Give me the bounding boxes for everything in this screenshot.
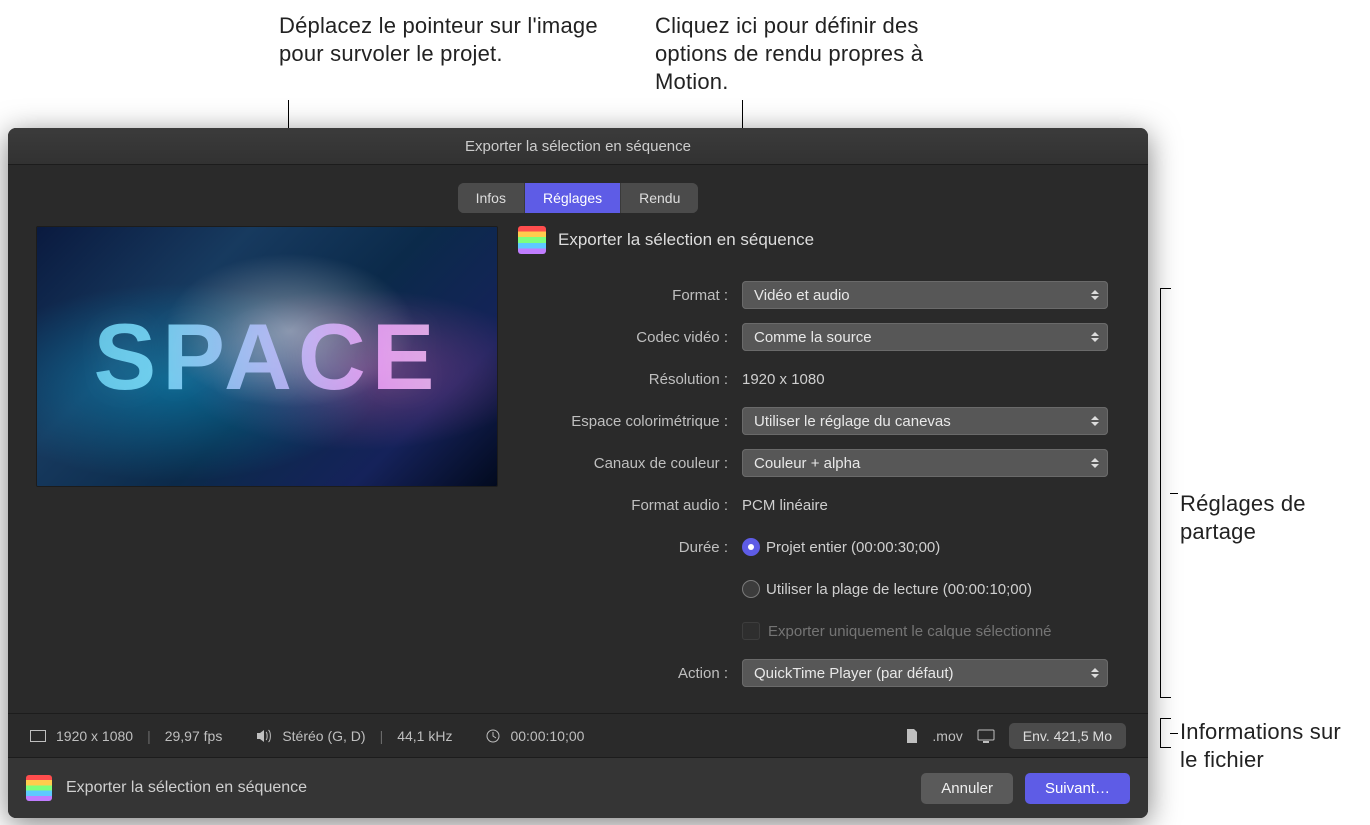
- footer-title: Exporter la sélection en séquence: [66, 779, 307, 797]
- status-fps: 29,97 fps: [165, 728, 223, 744]
- status-duration: 00:00:10;00: [510, 728, 584, 744]
- callout-render-tab: Cliquez ici pour définir des options de …: [655, 12, 975, 96]
- window-titlebar: Exporter la sélection en séquence: [8, 128, 1148, 165]
- select-codec-value: Comme la source: [754, 329, 872, 346]
- value-resolution: 1920 x 1080: [742, 371, 825, 388]
- chevron-updown-icon: [1088, 663, 1102, 683]
- callout-line: [1170, 733, 1178, 734]
- callout-file-info: Informations sur le fichier: [1180, 718, 1360, 774]
- checkbox-icon: [742, 622, 760, 640]
- label-codec: Codec vidéo :: [518, 329, 728, 346]
- preview-image: SPACE: [37, 227, 497, 486]
- chevron-updown-icon: [1088, 285, 1102, 305]
- preview-text: SPACE: [37, 303, 497, 411]
- chevron-updown-icon: [1088, 411, 1102, 431]
- select-action[interactable]: QuickTime Player (par défaut): [742, 659, 1108, 687]
- label-colorspace: Espace colorimétrique :: [518, 413, 728, 430]
- radio-duration-playrange-label: Utiliser la plage de lecture (00:00:10;0…: [766, 581, 1032, 598]
- select-colorchannels[interactable]: Couleur + alpha: [742, 449, 1108, 477]
- status-dimensions: 1920 x 1080: [56, 728, 133, 744]
- export-window: Exporter la sélection en séquence Infos …: [8, 128, 1148, 818]
- chevron-updown-icon: [1088, 327, 1102, 347]
- checkbox-export-layer: Exporter uniquement le calque sélectionn…: [742, 622, 1052, 640]
- label-colorchannels: Canaux de couleur :: [518, 455, 728, 472]
- bracket-file-info: [1160, 718, 1161, 748]
- window-title: Exporter la sélection en séquence: [465, 138, 691, 155]
- tab-infos[interactable]: Infos: [458, 183, 524, 213]
- bracket-share-settings: [1160, 288, 1161, 698]
- clock-icon: [486, 729, 500, 743]
- motion-icon: [518, 226, 546, 254]
- preview-thumbnail[interactable]: SPACE: [36, 226, 498, 487]
- label-duration: Durée :: [518, 539, 728, 556]
- label-format: Format :: [518, 287, 728, 304]
- radio-duration-playrange[interactable]: Utiliser la plage de lecture (00:00:10;0…: [742, 580, 1032, 598]
- file-icon: [906, 729, 918, 744]
- status-size-estimate: Env. 421,5 Mo: [1009, 723, 1126, 749]
- status-extension: .mov: [932, 728, 962, 744]
- status-bar: 1920 x 1080 | 29,97 fps Stéréo (G, D) | …: [8, 713, 1148, 758]
- label-resolution: Résolution :: [518, 371, 728, 388]
- radio-duration-project-label: Projet entier (00:00:30;00): [766, 539, 940, 556]
- motion-icon: [26, 775, 52, 801]
- select-format-value: Vidéo et audio: [754, 287, 850, 304]
- label-action: Action :: [518, 665, 728, 682]
- tab-rendu[interactable]: Rendu: [620, 183, 698, 213]
- callout-share-settings: Réglages de partage: [1180, 490, 1360, 546]
- tabs: Infos Réglages Rendu: [8, 183, 1148, 213]
- select-codec[interactable]: Comme la source: [742, 323, 1108, 351]
- speaker-icon: [256, 729, 272, 743]
- status-samplerate: 44,1 kHz: [397, 728, 452, 744]
- next-button[interactable]: Suivant…: [1025, 773, 1130, 804]
- select-colorspace[interactable]: Utiliser le réglage du canevas: [742, 407, 1108, 435]
- label-audioformat: Format audio :: [518, 497, 728, 514]
- select-colorchannels-value: Couleur + alpha: [754, 455, 860, 472]
- frame-icon: [30, 730, 46, 742]
- callout-line: [1170, 493, 1178, 494]
- select-format[interactable]: Vidéo et audio: [742, 281, 1108, 309]
- section-title: Exporter la sélection en séquence: [558, 230, 814, 250]
- footer: Exporter la sélection en séquence Annule…: [8, 757, 1148, 818]
- radio-duration-project[interactable]: Projet entier (00:00:30;00): [742, 538, 940, 556]
- tab-reglages[interactable]: Réglages: [524, 183, 620, 213]
- cancel-button[interactable]: Annuler: [921, 773, 1013, 804]
- checkbox-export-layer-label: Exporter uniquement le calque sélectionn…: [768, 623, 1052, 640]
- chevron-updown-icon: [1088, 453, 1102, 473]
- select-colorspace-value: Utiliser le réglage du canevas: [754, 413, 951, 430]
- callout-preview-hover: Déplacez le pointeur sur l'image pour su…: [279, 12, 609, 68]
- value-audioformat: PCM linéaire: [742, 497, 828, 514]
- status-audio: Stéréo (G, D): [282, 728, 365, 744]
- radio-icon: [742, 580, 760, 598]
- display-icon: [977, 729, 995, 743]
- select-action-value: QuickTime Player (par défaut): [754, 665, 954, 682]
- radio-icon: [742, 538, 760, 556]
